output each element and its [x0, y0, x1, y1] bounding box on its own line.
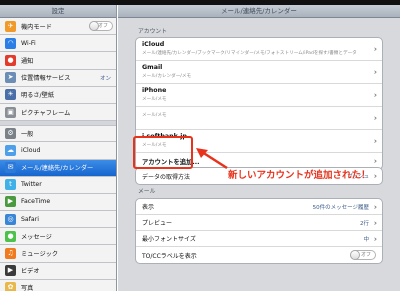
sidebar-item-label: 明るさ/壁紙 — [21, 92, 55, 100]
sidebar-list: ✈ 機内モード オフ ◠ Wi-Fi ● 通知 ➤ 位置情報サービス オン ☀ 明るさ/壁紙 ▣ ピクチャ… — [0, 18, 116, 291]
settings-sidebar: 設定 ✈ 機内モード オフ ◠ Wi-Fi ● 通知 ➤ 位置情報サービス オン ☀ 明るさ/壁紙 ▣ ピ… — [0, 5, 117, 291]
sidebar-item[interactable]: t Twitter — [0, 176, 116, 194]
mail-setting-label: プレビュー — [142, 220, 173, 227]
sidebar-item-value: オン — [99, 75, 111, 82]
icloud-icon: ☁ — [5, 144, 16, 156]
account-name: iPhone — [142, 87, 167, 94]
sidebar-item[interactable]: ✿ 写真 — [0, 279, 116, 291]
sidebar-item[interactable]: ✈ 機内モード オフ — [0, 18, 116, 36]
toggle-knob — [350, 250, 360, 260]
sidebar-item[interactable]: ◠ Wi-Fi — [0, 35, 116, 53]
mail-setting-row[interactable]: プレビュー 2行 › — [136, 215, 382, 231]
chevron-right-icon: › — [373, 202, 377, 211]
sidebar-item[interactable]: ✉ メール/連絡先/カレンダー — [0, 159, 116, 177]
account-services: メール/連絡先/カレンダー/ブックマーク/リマインダー/メモ/フォトストリーム/… — [142, 51, 357, 56]
messages-icon: ● — [5, 230, 16, 242]
account-services: メール/メモ — [142, 113, 167, 118]
chevron-right-icon: › — [373, 234, 377, 243]
accounts-section-title: アカウント — [138, 29, 167, 35]
mail-section-title: メール — [138, 189, 156, 195]
brightness-icon: ☀ — [5, 89, 16, 101]
picture-frame-icon: ▣ — [5, 106, 16, 118]
account-row[interactable]: iCloud メール/連絡先/カレンダー/ブックマーク/リマインダー/メモ/フォト… — [136, 38, 382, 61]
chevron-right-icon: › — [373, 44, 377, 54]
account-services: メール/カレンダー/メモ — [142, 74, 192, 79]
wifi-icon: ◠ — [5, 37, 16, 49]
mail-setting-row[interactable]: 表示 50件のメッセージ履歴 › — [136, 199, 382, 215]
account-name: iCloud — [142, 41, 165, 48]
mail-group: 表示 50件のメッセージ履歴 › プレビュー 2行 › 最小フォントサイズ 中 › TO/CCラベ… — [135, 198, 383, 264]
highlight-box — [133, 136, 193, 169]
toggle-label: オフ — [97, 23, 108, 30]
mail-setting-value: 2行 — [360, 220, 369, 227]
account-services: メール/メモ — [142, 97, 167, 102]
account-name: Gmail — [142, 64, 163, 71]
sidebar-item-label: メッセージ — [21, 233, 52, 241]
sidebar-item-label: 機内モード — [21, 23, 52, 31]
facetime-icon: ▶ — [5, 196, 16, 208]
sidebar-item[interactable]: ◎ Safari — [0, 211, 116, 229]
sidebar-item-label: Wi-Fi — [21, 39, 36, 47]
sidebar-title: 設定 — [0, 5, 116, 18]
sidebar-item-label: FaceTime — [21, 198, 51, 206]
video-icon: ▶ — [5, 265, 16, 277]
chevron-right-icon: › — [373, 67, 377, 77]
chevron-right-icon: › — [373, 90, 377, 100]
annotation-text: 新しいアカウントが追加された！ — [228, 170, 371, 181]
chevron-right-icon: › — [373, 136, 377, 146]
sidebar-item[interactable]: ♫ ミュージック — [0, 245, 116, 263]
sidebar-item[interactable]: ▣ ピクチャフレーム — [0, 103, 116, 122]
toggle-label: オフ — [360, 252, 371, 258]
airplane-mode-toggle[interactable]: オフ — [89, 21, 113, 32]
sidebar-item[interactable]: ☁ iCloud — [0, 142, 116, 160]
sidebar-item-label: iCloud — [21, 146, 41, 154]
sidebar-item-label: ビデオ — [21, 268, 40, 276]
tocc-toggle[interactable]: オフ — [350, 250, 376, 260]
mail-setting-row[interactable]: 最小フォントサイズ 中 › — [136, 231, 382, 247]
sidebar-item-label: 一般 — [21, 131, 34, 139]
sidebar-item-label: メール/連絡先/カレンダー — [21, 165, 94, 173]
chevron-right-icon: › — [373, 113, 377, 123]
sidebar-item-label: ミュージック — [21, 251, 59, 259]
mail-setting-row[interactable]: TO/CCラベルを表示 オフ — [136, 247, 382, 263]
gear-icon: ⚙ — [5, 128, 16, 140]
sidebar-item[interactable]: ☀ 明るさ/壁紙 — [0, 86, 116, 104]
chevron-right-icon: › — [373, 218, 377, 227]
chevron-right-icon: › — [373, 156, 377, 166]
sidebar-item-label: 位置情報サービス — [21, 75, 71, 83]
location-icon: ➤ — [5, 72, 16, 84]
account-row[interactable]: Gmail メール/カレンダー/メモ › — [136, 61, 382, 84]
sidebar-item-label: Safari — [21, 215, 39, 223]
photos-icon: ✿ — [5, 282, 16, 291]
sidebar-item[interactable]: ● メッセージ — [0, 228, 116, 246]
annotation-arrow-icon — [196, 148, 228, 170]
account-row[interactable]: メール/メモ › — [136, 107, 382, 130]
fetch-label: データの取得方法 — [142, 173, 191, 181]
sidebar-item-label: 写真 — [21, 285, 34, 291]
mail-setting-label: TO/CCラベルを表示 — [142, 252, 197, 260]
sidebar-item[interactable]: ➤ 位置情報サービス オン — [0, 69, 116, 87]
music-icon: ♫ — [5, 248, 16, 260]
twitter-icon: t — [5, 179, 16, 191]
sidebar-item[interactable]: ● 通知 — [0, 52, 116, 70]
chevron-right-icon: › — [373, 171, 377, 181]
sidebar-item[interactable]: ▶ FaceTime — [0, 193, 116, 212]
mail-icon: ✉ — [5, 162, 16, 174]
mail-setting-label: 表示 — [142, 204, 155, 211]
sidebar-item[interactable]: ⚙ 一般 — [0, 125, 116, 143]
sidebar-item[interactable]: ▶ ビデオ — [0, 262, 116, 280]
safari-icon: ◎ — [5, 213, 16, 225]
sidebar-item-label: Twitter — [21, 181, 42, 189]
airplane-icon: ✈ — [5, 20, 16, 32]
sidebar-item-label: ピクチャフレーム — [21, 109, 71, 117]
mail-setting-value: 50件のメッセージ履歴 — [312, 204, 369, 211]
notifications-icon: ● — [5, 54, 16, 66]
sidebar-item-label: 通知 — [21, 57, 34, 65]
mail-setting-value: 中 — [363, 236, 369, 243]
toggle-knob — [89, 21, 99, 32]
mail-setting-label: 最小フォントサイズ — [142, 236, 196, 243]
account-row[interactable]: iPhone メール/メモ › — [136, 84, 382, 107]
page-title: メール/連絡先/カレンダー — [118, 5, 400, 18]
